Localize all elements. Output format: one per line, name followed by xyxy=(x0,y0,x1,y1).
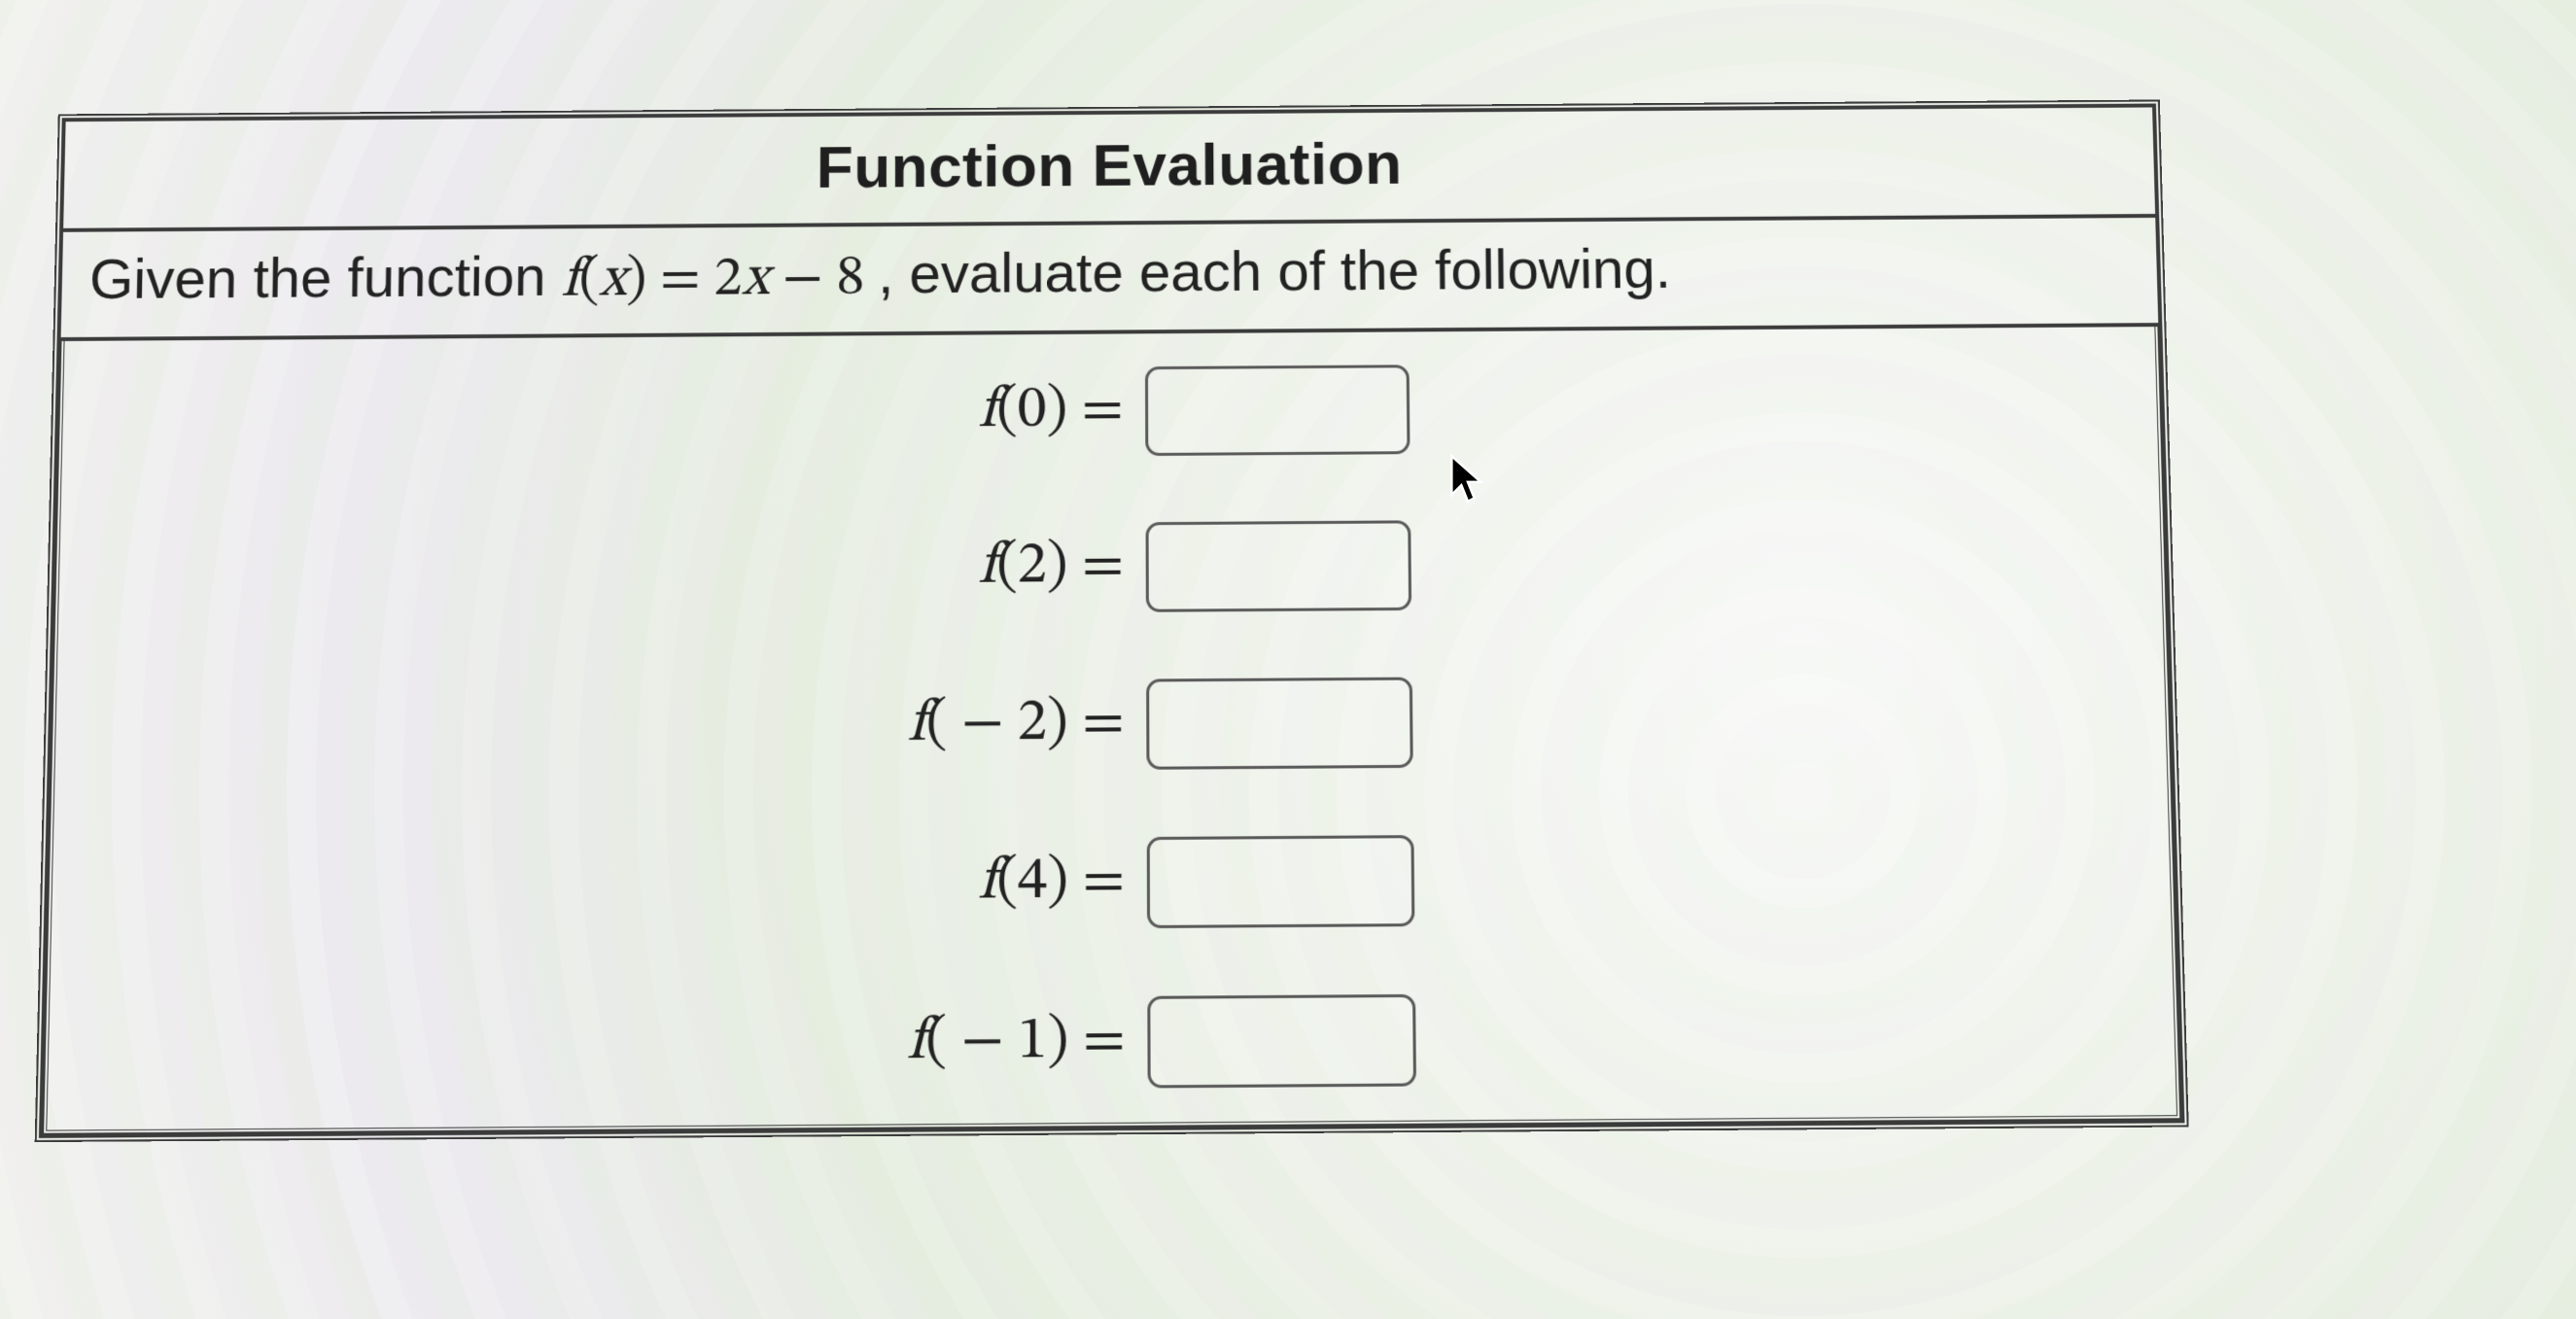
inner-table: f(0) = f(2) = xyxy=(43,327,2180,1134)
answer-input-f2[interactable] xyxy=(1146,520,1412,611)
answer-input-fneg2[interactable] xyxy=(1146,677,1413,769)
const: 8 xyxy=(836,251,864,307)
equation-line: f(2) = xyxy=(810,520,1412,614)
body-cell: f(0) = f(2) = xyxy=(41,325,2182,1136)
f-letter: f xyxy=(561,253,578,309)
close-paren: ) xyxy=(1047,694,1068,753)
open-paren: ( xyxy=(926,695,948,754)
arg-value: 0 xyxy=(1018,382,1047,440)
worksheet: Function Evaluation Given the function f… xyxy=(35,100,2177,1142)
arg-value: 4 xyxy=(1018,852,1047,913)
coef: 2 xyxy=(714,252,742,308)
open-paren: ( xyxy=(996,852,1018,912)
photo-frame: Function Evaluation Given the function f… xyxy=(0,0,2576,1319)
f-letter: f xyxy=(979,538,997,597)
prompt-expression: f(x) = 2x − 8 xyxy=(561,251,878,309)
f-of-4-label: f(4) = xyxy=(808,845,1125,921)
answer-input-f0[interactable] xyxy=(1145,364,1410,456)
answer-input-fneg1[interactable] xyxy=(1147,993,1416,1088)
prompt-row: Given the function f(x) = 2x − 8 , evalu… xyxy=(59,216,2161,339)
minus-op: − xyxy=(769,251,837,307)
f-of-0-label: f(0) = xyxy=(810,374,1124,449)
equals-sign: = xyxy=(1067,381,1124,439)
equals-sign: = xyxy=(646,252,714,308)
f-of-neg2-label: f( − 2) = xyxy=(809,687,1125,763)
equation-line: f( − 2) = xyxy=(809,677,1413,772)
equals-sign: = xyxy=(1067,537,1124,596)
close-paren: ) xyxy=(626,252,646,308)
equals-sign: = xyxy=(1068,1011,1126,1071)
f-letter: f xyxy=(908,695,926,754)
close-paren: ) xyxy=(1047,538,1068,597)
open-paren: ( xyxy=(996,382,1018,440)
table-row: f(0) = xyxy=(61,327,2159,497)
prompt-post: , evaluate each of the following. xyxy=(878,237,1671,305)
table-row: f(2) = xyxy=(57,481,2163,652)
arg-value: − 2 xyxy=(947,694,1047,754)
equals-sign: = xyxy=(1068,851,1126,912)
f-of-neg1-label: f( − 1) = xyxy=(807,1004,1126,1082)
equals-sign: = xyxy=(1068,694,1125,753)
outer-table: Function Evaluation Given the function f… xyxy=(35,100,2189,1142)
f-letter: f xyxy=(979,382,997,440)
table-row: f(4) = xyxy=(51,796,2172,970)
arg-value: 2 xyxy=(1018,538,1047,597)
title-text: Function Evaluation xyxy=(817,130,1403,200)
table-row: f( − 2) = xyxy=(54,638,2168,810)
x-letter-2: x xyxy=(742,252,769,308)
equation-line: f(0) = xyxy=(810,364,1410,458)
close-paren: ) xyxy=(1047,852,1068,912)
arg-value: − 1 xyxy=(947,1012,1047,1073)
x-letter: x xyxy=(599,253,626,309)
f-of-2-label: f(2) = xyxy=(810,530,1125,606)
table-row: f( − 1) = xyxy=(47,955,2176,1129)
open-paren: ( xyxy=(925,1013,947,1073)
close-paren: ) xyxy=(1047,382,1068,440)
table-title: Function Evaluation xyxy=(61,105,2157,229)
answer-input-f4[interactable] xyxy=(1147,835,1415,928)
open-paren: ( xyxy=(996,538,1018,597)
equation-line: f( − 1) = xyxy=(807,993,1416,1090)
f-letter: f xyxy=(907,1013,925,1073)
open-paren: ( xyxy=(578,253,599,309)
close-paren: ) xyxy=(1047,1012,1068,1072)
equation-line: f(4) = xyxy=(808,835,1414,930)
f-letter: f xyxy=(978,852,996,912)
prompt-pre: Given the function xyxy=(88,245,562,311)
